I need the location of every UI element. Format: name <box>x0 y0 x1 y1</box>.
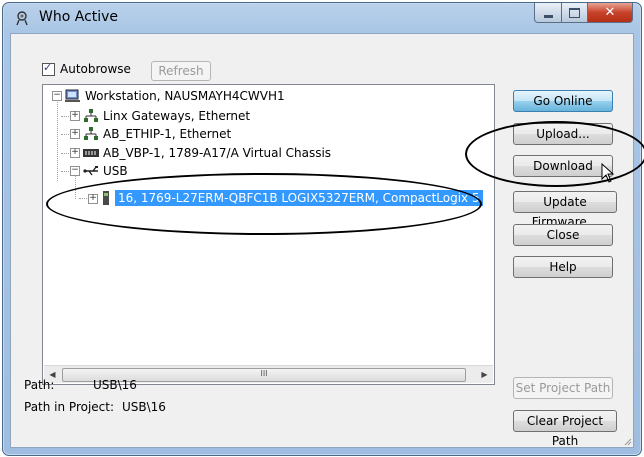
who-active-window: Who Active ✕ Autobrowse Refresh − <box>2 2 642 456</box>
tree-node-label: AB_ETHIP-1, Ethernet <box>103 127 232 141</box>
tree-node-label: AB_VBP-1, 1789-A17/A Virtual Chassis <box>103 146 332 160</box>
collapse-workstation-toggle[interactable]: − <box>52 91 62 101</box>
clear-project-path-button[interactable]: Clear Project Path <box>513 410 617 448</box>
path-value: USB\16 <box>93 378 137 392</box>
tree-node-label-selected: 16, 1769-L27ERM-QBFC1B LOGIX5327ERM, Com… <box>115 190 483 206</box>
expand-linx-toggle[interactable]: + <box>70 111 80 121</box>
tree-node-label: Workstation, NAUSMAYH4CWVH1 <box>85 89 285 103</box>
download-button[interactable]: Download <box>513 155 613 177</box>
scroll-right-icon[interactable]: ▶ <box>476 366 493 383</box>
tree-node-ab-ethip[interactable]: AB_ETHIP-1, Ethernet <box>83 125 231 143</box>
tree-node-ab-vbp[interactable]: AB_VBP-1, 1789-A17/A Virtual Chassis <box>83 144 331 162</box>
minimize-button[interactable] <box>534 3 562 23</box>
tree-node-usb[interactable]: USB <box>83 162 128 180</box>
help-button[interactable]: Help <box>513 256 613 278</box>
collapse-usb-toggle[interactable]: − <box>70 166 80 176</box>
update-firmware-button[interactable]: Update Firmware... <box>513 191 617 229</box>
chassis-icon <box>83 149 99 157</box>
autobrowse-checkbox-row[interactable]: Autobrowse <box>42 61 131 76</box>
tree-node-workstation[interactable]: Workstation, NAUSMAYH4CWVH1 <box>65 87 285 105</box>
path-label: Path: <box>24 378 55 392</box>
refresh-button[interactable]: Refresh <box>151 61 211 81</box>
tree-node-compactlogix-controller[interactable]: 16, 1769-L27ERM-QBFC1B LOGIX5327ERM, Com… <box>101 189 483 207</box>
who-active-icon <box>16 11 28 26</box>
tree-node-linx-gateways[interactable]: Linx Gateways, Ethernet <box>83 107 250 125</box>
autobrowse-label: Autobrowse <box>60 62 131 76</box>
expand-ab-ethip-toggle[interactable]: + <box>70 129 80 139</box>
workstation-icon <box>65 89 80 102</box>
expand-controller-toggle[interactable]: + <box>88 194 98 204</box>
maximize-icon <box>569 7 580 18</box>
controller-icon <box>103 191 109 205</box>
usb-icon <box>83 166 98 176</box>
tree-node-label: Linx Gateways, Ethernet <box>103 109 251 123</box>
set-project-path-button[interactable]: Set Project Path <box>513 377 613 399</box>
path-in-project-label: Path in Project: <box>24 400 115 414</box>
autobrowse-checkbox[interactable] <box>42 61 55 76</box>
upload-button[interactable]: Upload... <box>513 123 613 145</box>
close-icon: ✕ <box>604 5 616 20</box>
network-icon <box>84 109 98 122</box>
close-window-button[interactable]: ✕ <box>588 3 633 23</box>
dialog-client-area: Autobrowse Refresh − Workstation, NAUSMA… <box>10 33 634 448</box>
resize-grip-icon[interactable] <box>622 436 632 446</box>
window-title: Who Active <box>39 9 119 25</box>
close-button[interactable]: Close <box>513 224 613 246</box>
network-icon <box>84 127 98 140</box>
mouse-cursor-icon <box>601 163 615 183</box>
maximize-button[interactable] <box>562 3 588 23</box>
scrollbar-grip: III <box>260 369 268 378</box>
title-bar[interactable]: Who Active ✕ <box>3 3 641 33</box>
expand-ab-vbp-toggle[interactable]: + <box>70 148 80 158</box>
browse-tree[interactable]: − Workstation, NAUSMAYH4CWVH1 + Linx Gat… <box>42 84 495 385</box>
minimize-icon <box>543 14 553 18</box>
tree-node-label: USB <box>103 164 128 178</box>
go-online-button[interactable]: Go Online <box>513 90 613 112</box>
path-in-project-value: USB\16 <box>122 400 166 414</box>
